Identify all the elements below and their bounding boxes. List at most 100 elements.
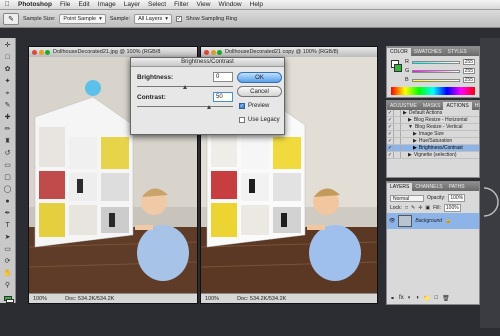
tab-adjustments[interactable]: ADJUSTME [387, 102, 420, 110]
disclosure-closed-icon[interactable]: ▶ [413, 138, 417, 144]
blend-mode-select[interactable]: Normal [390, 194, 424, 202]
menu-select[interactable]: Select [144, 1, 170, 8]
magic-wand-tool-icon[interactable]: ✦ [2, 77, 14, 87]
layer-style-icon[interactable]: fx [399, 295, 404, 302]
ok-button[interactable]: OK [237, 72, 282, 83]
lock-all-icon[interactable]: ▣ [425, 205, 430, 211]
brightness-input[interactable]: 0 [213, 72, 233, 82]
document-2-title-bar[interactable]: DollhouseDecorated21 copy @ 100% (RGB/8) [201, 47, 377, 57]
trash-icon[interactable]: 🗑 [442, 295, 450, 302]
action-enabled-checkmark-icon[interactable]: ✓ [387, 110, 394, 116]
action-dialog-toggle[interactable] [394, 138, 401, 144]
lock-move-icon[interactable]: ✛ [418, 205, 422, 211]
color-spectrum-bar[interactable] [391, 87, 475, 95]
menu-filter[interactable]: Filter [170, 1, 192, 8]
menu-help[interactable]: Help [246, 1, 267, 8]
action-item[interactable]: ✓ ▶ Default Actions [387, 110, 479, 117]
menu-edit[interactable]: Edit [74, 1, 93, 8]
layer-background[interactable]: 👁 Background 🔒 [387, 213, 479, 229]
action-item[interactable]: ✓ ▼ Blog Resize - Vertical [387, 124, 479, 131]
zoom-icon[interactable] [217, 49, 222, 55]
preview-checkbox[interactable]: ✓ [239, 103, 245, 109]
crop-tool-icon[interactable]: ⌖ [2, 89, 14, 99]
opacity-input[interactable]: 100% [448, 194, 466, 202]
tab-paths[interactable]: PATHS [446, 183, 468, 191]
eyedropper-tool-icon[interactable]: ✎ [3, 12, 19, 25]
menu-window[interactable]: Window [215, 1, 246, 8]
hand-tool-icon[interactable]: ✋ [2, 269, 14, 279]
path-selection-icon[interactable]: ➤ [2, 233, 14, 243]
action-item[interactable]: ✓ ▶ Hue/Saturation [387, 138, 479, 145]
adjustment-layer-icon[interactable]: ◑ [415, 295, 419, 302]
tab-swatches[interactable]: SWATCHES [411, 48, 445, 56]
disclosure-closed-icon[interactable]: ▶ [408, 117, 412, 123]
tab-color[interactable]: COLOR [387, 48, 411, 56]
preview-checkbox-group[interactable]: ✓ Preview [239, 103, 269, 109]
action-dialog-toggle[interactable] [394, 124, 401, 130]
sampling-ring-checkbox[interactable]: ✓ [176, 15, 182, 22]
lock-pixels-icon[interactable]: □ [405, 205, 408, 211]
disclosure-closed-icon[interactable]: ▶ [408, 152, 412, 158]
gradient-tool-icon[interactable]: ▢ [2, 173, 14, 183]
disclosure-open-icon[interactable]: ▼ [408, 124, 413, 130]
action-item[interactable]: ✓ ▶ Blog Resize - Horizontal [387, 117, 479, 124]
lasso-tool-icon[interactable]: ✿ [2, 65, 14, 75]
zoom-tool-icon[interactable]: ⚲ [2, 281, 14, 291]
eyedropper-icon[interactable]: ✎ [2, 101, 14, 111]
tab-layers[interactable]: LAYERS [387, 183, 413, 191]
brush-tool-icon[interactable]: ✏ [2, 125, 14, 135]
action-dialog-toggle[interactable] [394, 145, 401, 151]
apple-icon[interactable]:  [0, 1, 14, 8]
bg-color-chip[interactable] [394, 64, 402, 72]
menu-layer[interactable]: Layer [120, 1, 144, 8]
action-dialog-toggle[interactable] [394, 152, 401, 158]
contrast-input[interactable]: 50 [213, 92, 233, 102]
contrast-slider-knob[interactable] [206, 105, 211, 109]
action-dialog-toggle[interactable] [394, 110, 401, 116]
link-layers-icon[interactable]: ⚭ [390, 295, 395, 302]
action-item[interactable]: ✓ ▶ Vignette (selection) [387, 152, 479, 159]
menu-view[interactable]: View [193, 1, 215, 8]
action-enabled-checkmark-icon[interactable]: ✓ [387, 131, 394, 137]
minimize-icon[interactable] [210, 49, 216, 55]
action-enabled-checkmark-icon[interactable]: ✓ [387, 117, 394, 123]
history-brush-icon[interactable]: ↺ [2, 149, 14, 159]
tab-channels[interactable]: CHANNELS [412, 183, 445, 191]
channel-b-slider[interactable] [411, 78, 460, 82]
action-item[interactable]: ✓ ▶ Image Size [387, 131, 479, 138]
sample-size-select[interactable]: Point Sample ▾ [59, 13, 106, 24]
document-1-zoom[interactable]: 100% [33, 296, 47, 302]
blur-tool-icon[interactable]: ◯ [2, 185, 14, 195]
clone-stamp-icon[interactable]: ♜ [2, 137, 14, 147]
action-enabled-checkmark-icon[interactable]: ✓ [387, 152, 394, 158]
channel-g-value[interactable]: 255 [463, 68, 475, 74]
action-item[interactable]: ✓ ▶ Brightness/Contrast [387, 145, 479, 152]
3d-rotate-icon[interactable]: ⟳ [2, 257, 14, 267]
channel-b-value[interactable]: 255 [463, 77, 475, 83]
cancel-button[interactable]: Cancel [237, 86, 282, 97]
minimize-icon[interactable] [38, 49, 44, 55]
brightness-slider-knob[interactable] [182, 85, 187, 89]
disclosure-closed-icon[interactable]: ▶ [413, 145, 417, 151]
action-enabled-checkmark-icon[interactable]: ✓ [387, 138, 394, 144]
action-enabled-checkmark-icon[interactable]: ✓ [387, 124, 394, 130]
action-dialog-toggle[interactable] [394, 131, 401, 137]
eye-icon[interactable]: 👁 [389, 218, 395, 224]
layer-mask-icon[interactable]: ◐ [408, 295, 412, 302]
sample-select[interactable]: All Layers ▾ [134, 13, 172, 24]
document-1-title-bar[interactable]: DollhouseDecorated21.jpg @ 100% (RGB/8 [29, 47, 197, 57]
close-icon[interactable] [32, 49, 37, 55]
marquee-tool-icon[interactable]: □ [2, 53, 14, 63]
menu-photoshop[interactable]: Photoshop [14, 1, 56, 8]
action-enabled-checkmark-icon[interactable]: ✓ [387, 145, 394, 151]
use-legacy-checkbox[interactable] [239, 117, 245, 123]
lock-brush-icon[interactable]: ✎ [411, 205, 415, 211]
use-legacy-checkbox-group[interactable]: Use Legacy [239, 117, 280, 123]
new-layer-icon[interactable]: □ [434, 295, 438, 302]
contrast-slider-track[interactable] [137, 106, 233, 107]
new-group-icon[interactable]: 📁 [423, 295, 430, 302]
dodge-tool-icon[interactable]: ● [2, 197, 14, 207]
healing-brush-icon[interactable]: ✚ [2, 113, 14, 123]
document-2-zoom[interactable]: 100% [205, 296, 219, 302]
channel-g-slider[interactable] [412, 69, 460, 73]
